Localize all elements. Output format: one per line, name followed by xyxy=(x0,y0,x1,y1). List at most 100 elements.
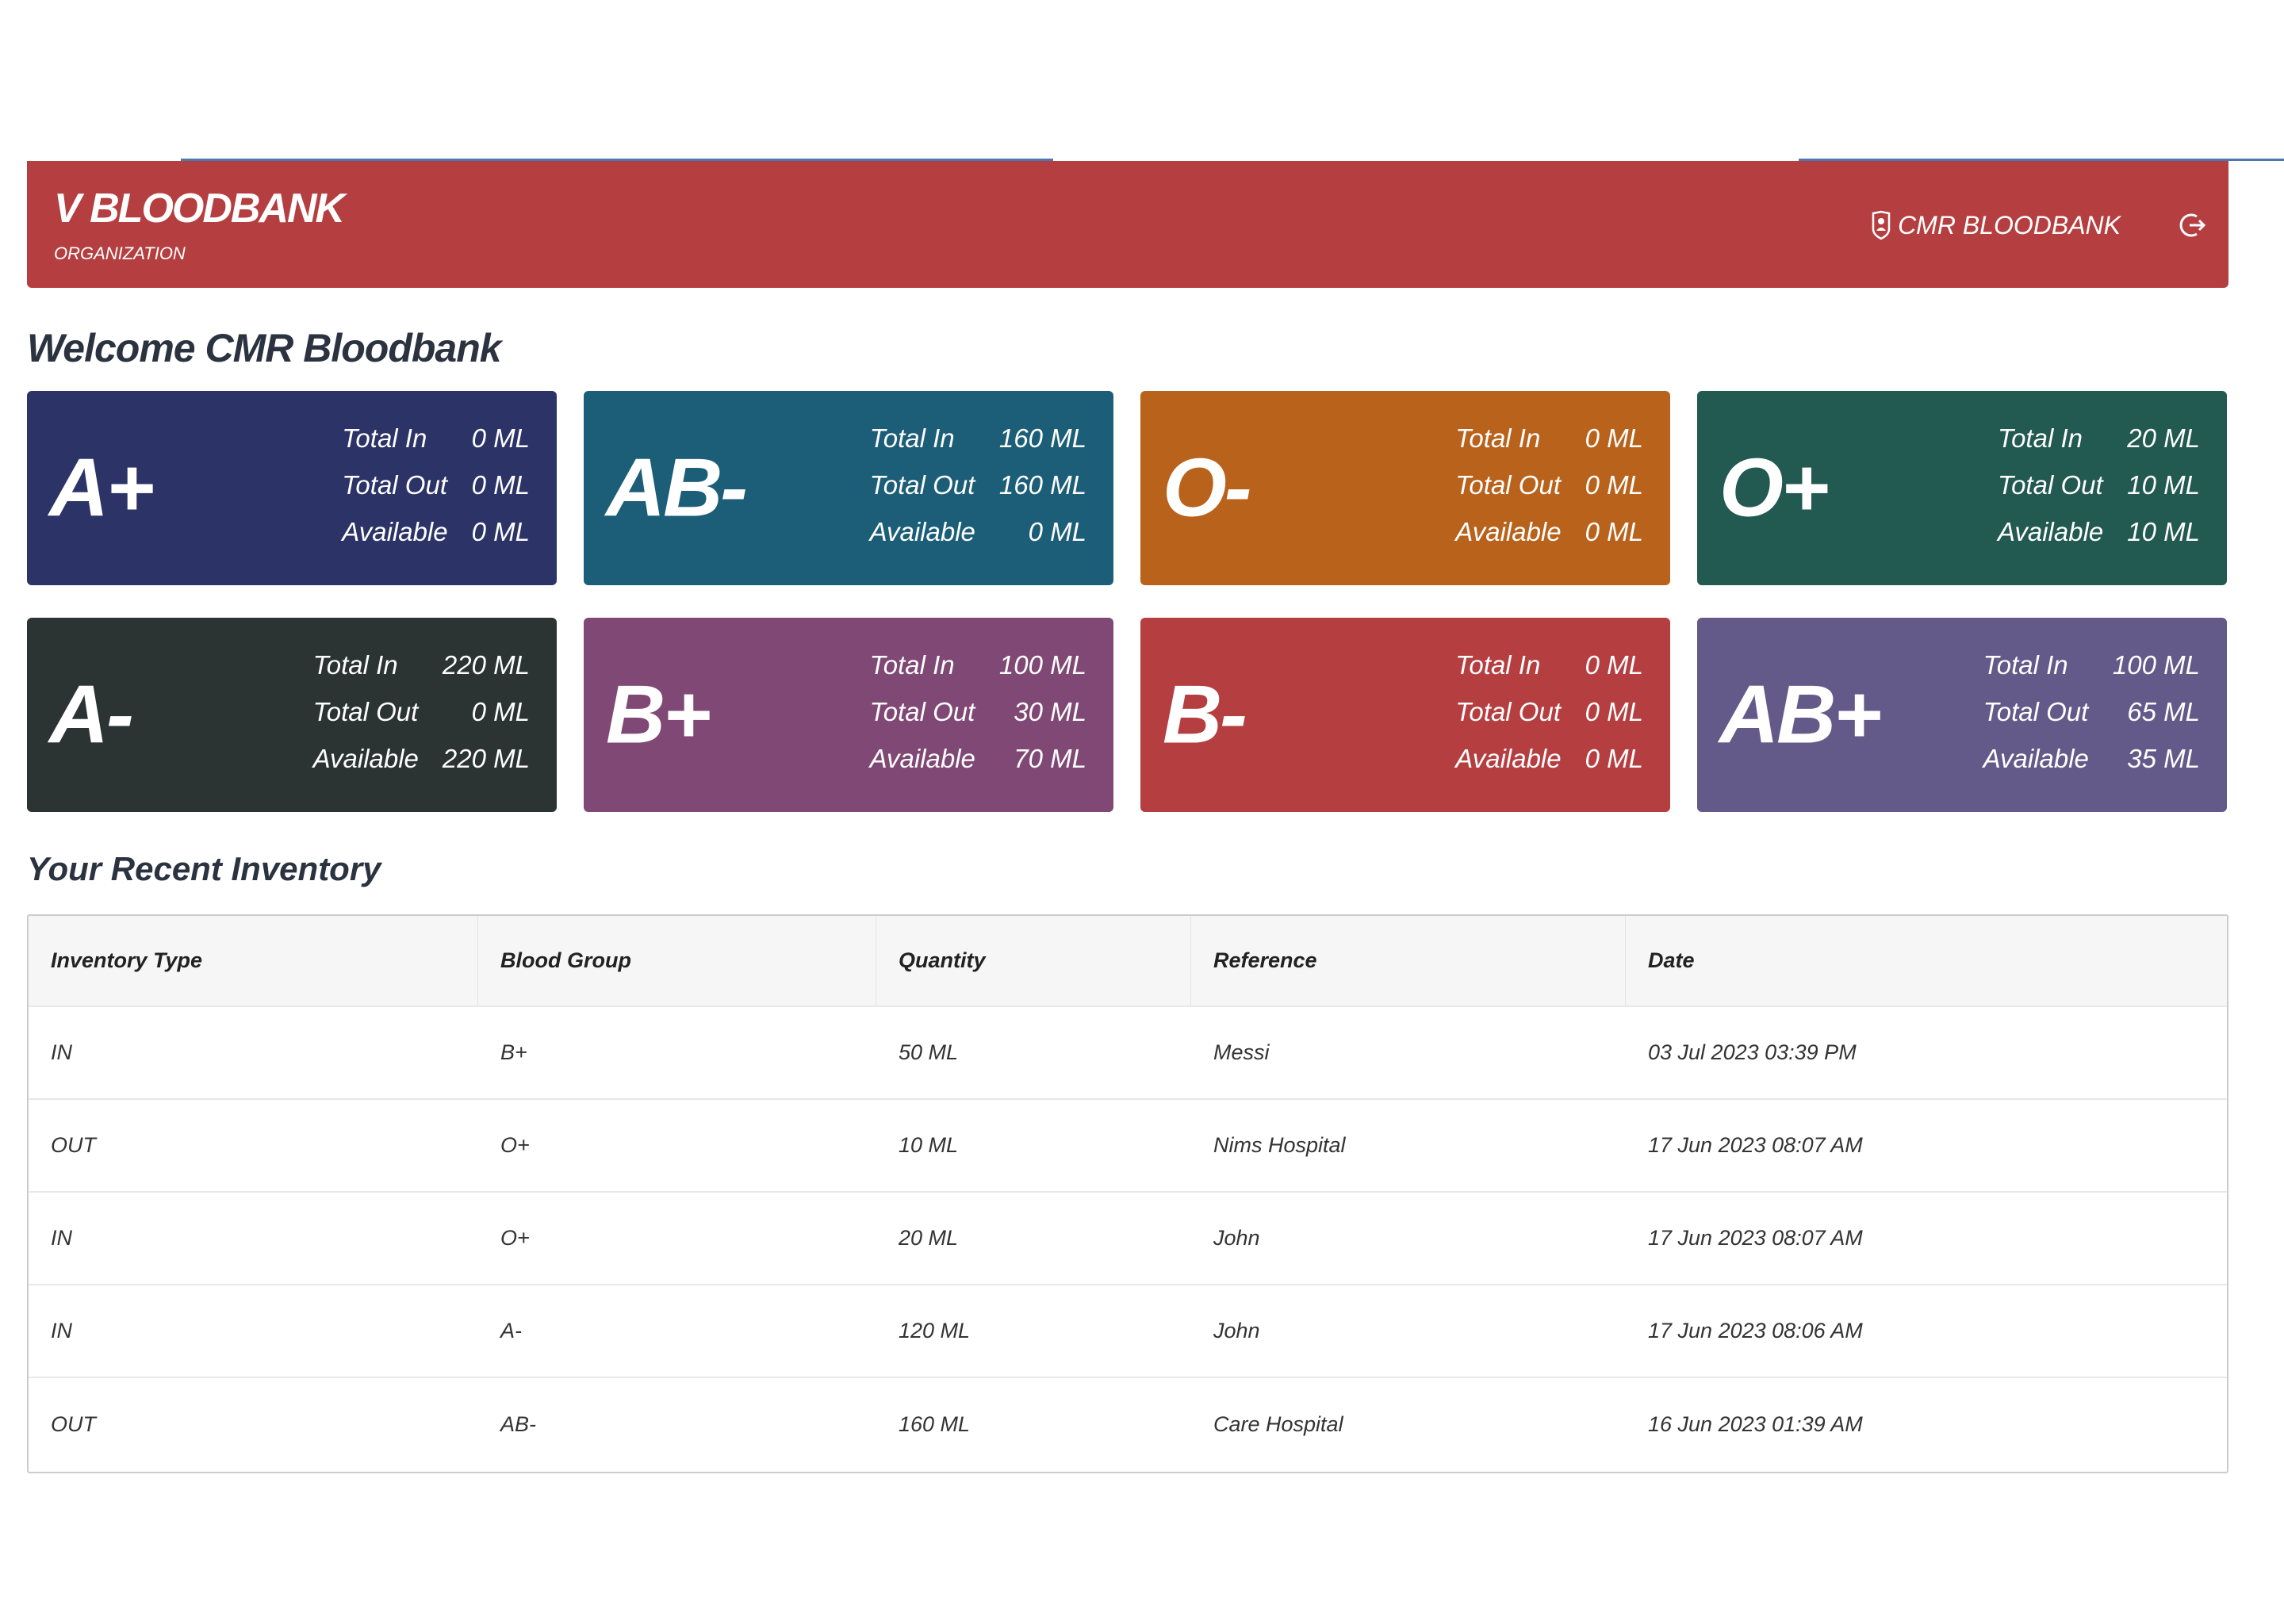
total-out-label: Total Out xyxy=(342,469,447,500)
total-out-label: Total Out xyxy=(312,696,419,726)
available-value: 0 ML xyxy=(1585,743,1643,773)
table-cell: IN xyxy=(51,1040,72,1064)
card-stats: Total In 0 ML Total Out 0 ML Available 0 ML xyxy=(1455,415,1643,555)
available-value: 220 ML xyxy=(442,743,530,773)
total-out-value: 160 ML xyxy=(998,469,1086,500)
total-out-value: 30 ML xyxy=(1014,696,1086,726)
brand-title[interactable]: V BLOODBANK xyxy=(54,185,345,232)
available-value: 0 ML xyxy=(471,516,530,546)
available-label: Available xyxy=(869,743,975,773)
table-cell: 120 ML xyxy=(899,1319,971,1342)
blood-group-label: O- xyxy=(1163,442,1252,534)
available-label: Available xyxy=(342,516,448,546)
blood-group-label: B- xyxy=(1163,668,1247,760)
table-cell: John xyxy=(1213,1319,1260,1342)
inventory-table: Inventory Type Blood Group Quantity Refe… xyxy=(27,914,2228,1473)
blood-group-card: AB+ Total In 100 ML Total Out 65 ML Availa… xyxy=(1697,618,2227,812)
table-cell: O+ xyxy=(500,1226,530,1250)
blood-group-card: A- Total In 220 ML Total Out 0 ML Availabl… xyxy=(27,618,557,812)
table-cell: A- xyxy=(500,1319,522,1342)
total-out-label: Total Out xyxy=(1997,469,2103,500)
card-stats: Total In 160 ML Total Out 160 ML Available… xyxy=(870,415,1086,555)
table-cell: 17 Jun 2023 08:07 AM xyxy=(1648,1226,1863,1250)
blood-group-card: B+ Total In 100 ML Total Out 30 ML Availab… xyxy=(584,618,1113,812)
card-stats: Total In 0 ML Total Out 0 ML Available 0 ML xyxy=(342,415,530,555)
table-cell: 17 Jun 2023 08:07 AM xyxy=(1648,1133,1863,1157)
available-value: 0 ML xyxy=(1028,516,1086,546)
total-in-value: 0 ML xyxy=(1585,423,1643,453)
col-date: Date xyxy=(1648,948,1695,972)
user-name: CMR BLOODBANK xyxy=(1898,210,2121,239)
col-inventory-type: Inventory Type xyxy=(29,916,478,1005)
blood-group-label: A+ xyxy=(49,442,155,534)
total-out-label: Total Out xyxy=(869,469,975,500)
table-cell: 03 Jul 2023 03:39 PM xyxy=(1648,1040,1857,1064)
total-out-label: Total Out xyxy=(869,696,975,726)
col-quantity: Quantity xyxy=(876,916,1191,1005)
welcome-heading: Welcome CMR Bloodbank xyxy=(27,326,502,370)
blood-group-label: B+ xyxy=(606,668,711,760)
col-blood-group: Blood Group xyxy=(478,916,876,1005)
table-header: Inventory Type Blood Group Quantity Refe… xyxy=(29,916,2227,1007)
table-row: OUT AB- 160 ML Care Hospital 16 Jun 2023 01:… xyxy=(29,1378,2227,1471)
total-in-label: Total In xyxy=(312,649,398,680)
total-in-label: Total In xyxy=(1997,423,2083,453)
total-out-value: 0 ML xyxy=(1585,469,1643,500)
total-out-value: 0 ML xyxy=(471,469,530,500)
table-cell: 50 ML xyxy=(899,1040,959,1064)
available-label: Available xyxy=(1997,516,2104,546)
total-out-value: 0 ML xyxy=(471,696,530,726)
total-out-label: Total Out xyxy=(1455,469,1561,500)
table-cell: 20 ML xyxy=(899,1226,959,1250)
table-row: OUT O+ 10 ML Nims Hospital 17 Jun 2023 08:07… xyxy=(29,1100,2227,1193)
navbar: V BLOODBANK ORGANIZATION CMR BLOODBANK xyxy=(27,161,2228,288)
total-in-value: 100 ML xyxy=(2112,649,2200,680)
available-value: 0 ML xyxy=(1585,516,1643,546)
total-out-label: Total Out xyxy=(1455,696,1561,726)
table-cell: O+ xyxy=(500,1133,530,1157)
table-cell: Nims Hospital xyxy=(1213,1133,1346,1157)
total-in-value: 100 ML xyxy=(998,649,1086,680)
total-out-label: Total Out xyxy=(1983,696,2089,726)
blood-group-label: AB- xyxy=(606,442,748,534)
blood-group-card: AB- Total In 160 ML Total Out 160 ML Avail… xyxy=(584,391,1113,585)
available-value: 35 ML xyxy=(2127,743,2200,773)
table-cell: AB- xyxy=(500,1412,537,1436)
total-in-value: 20 ML xyxy=(2127,423,2200,453)
user-badge: CMR BLOODBANK xyxy=(1871,210,2121,240)
table-row: IN A- 120 ML John 17 Jun 2023 08:06 AM xyxy=(29,1285,2227,1378)
col-reference: Reference xyxy=(1191,916,1626,1005)
total-in-value: 160 ML xyxy=(998,423,1086,453)
table-cell: IN xyxy=(51,1226,72,1250)
available-label: Available xyxy=(1455,743,1562,773)
blood-group-label: A- xyxy=(49,668,134,760)
total-out-value: 65 ML xyxy=(2127,696,2200,726)
card-stats: Total In 220 ML Total Out 0 ML Available 22… xyxy=(313,642,530,782)
total-in-value: 0 ML xyxy=(471,423,530,453)
total-out-value: 10 ML xyxy=(2127,469,2200,500)
table-cell: OUT xyxy=(51,1412,96,1436)
blood-group-card: B- Total In 0 ML Total Out 0 ML Available 0… xyxy=(1140,618,1670,812)
available-label: Available xyxy=(312,743,419,773)
available-value: 70 ML xyxy=(1014,743,1086,773)
brand-subtitle: ORGANIZATION xyxy=(54,243,186,263)
table-row: IN B+ 50 ML Messi 03 Jul 2023 03:39 PM xyxy=(29,1007,2227,1100)
table-cell: 160 ML xyxy=(899,1412,971,1436)
table-cell: IN xyxy=(51,1319,72,1342)
table-row: IN O+ 20 ML John 17 Jun 2023 08:07 AM xyxy=(29,1193,2227,1285)
total-out-value: 0 ML xyxy=(1585,696,1643,726)
table-cell: Care Hospital xyxy=(1213,1412,1343,1436)
card-stats: Total In 100 ML Total Out 30 ML Available 7… xyxy=(870,642,1086,782)
card-stats: Total In 100 ML Total Out 65 ML Available 3… xyxy=(1983,642,2200,782)
blood-group-label: O+ xyxy=(1719,442,1830,534)
table-cell: B+ xyxy=(500,1040,527,1064)
table-cell: 16 Jun 2023 01:39 AM xyxy=(1648,1412,1863,1436)
total-in-value: 0 ML xyxy=(1585,649,1643,680)
blood-group-label: AB+ xyxy=(1719,668,1882,760)
table-cell: 17 Jun 2023 08:06 AM xyxy=(1648,1319,1863,1342)
card-stats: Total In 0 ML Total Out 0 ML Available 0 ML xyxy=(1455,642,1643,782)
available-label: Available xyxy=(869,516,975,546)
card-stats: Total In 20 ML Total Out 10 ML Available 10… xyxy=(1998,415,2200,555)
available-label: Available xyxy=(1455,516,1562,546)
logout-icon[interactable] xyxy=(2179,212,2206,239)
